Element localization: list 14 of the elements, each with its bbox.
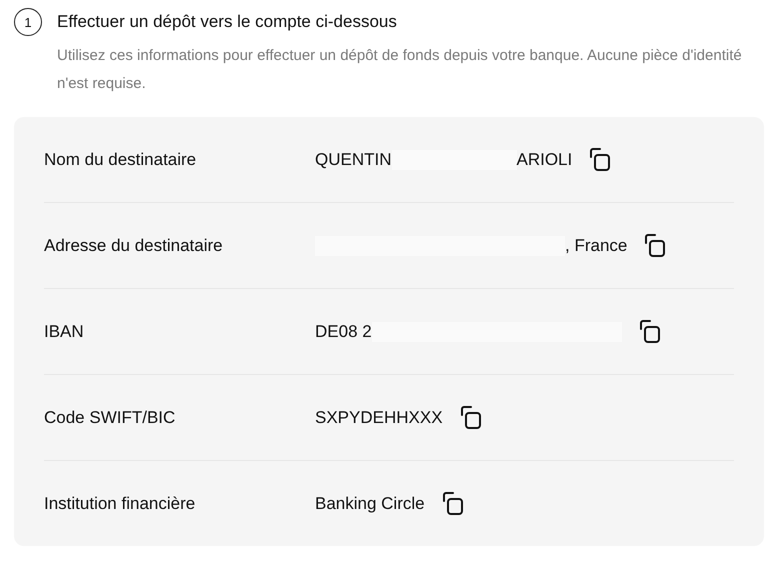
detail-label: IBAN xyxy=(44,322,85,342)
detail-label: Nom du destinataire xyxy=(44,150,198,170)
step-number: 1 xyxy=(14,8,42,36)
detail-value: Banking Circle xyxy=(315,494,425,514)
detail-value: QUENTIN xyxy=(315,150,392,170)
step-title: Effectuer un dépôt vers le compte ci-dessous xyxy=(57,11,398,33)
detail-value: DE08 2 xyxy=(315,322,372,342)
detail-label: Adresse du destinataire xyxy=(44,236,224,256)
detail-label: Institution financière xyxy=(44,494,196,514)
detail-label: Code SWIFT/BIC xyxy=(44,408,176,428)
detail-value: ARIOLI xyxy=(516,150,572,170)
step-description: Utilisez ces informations pour effectuer un dépôt de fonds depuis votre banque. Aucune pièce d'identité n'est requise. xyxy=(57,46,743,94)
detail-value: SXPYDEHHXXX xyxy=(315,408,443,428)
detail-value: , France xyxy=(565,236,628,256)
